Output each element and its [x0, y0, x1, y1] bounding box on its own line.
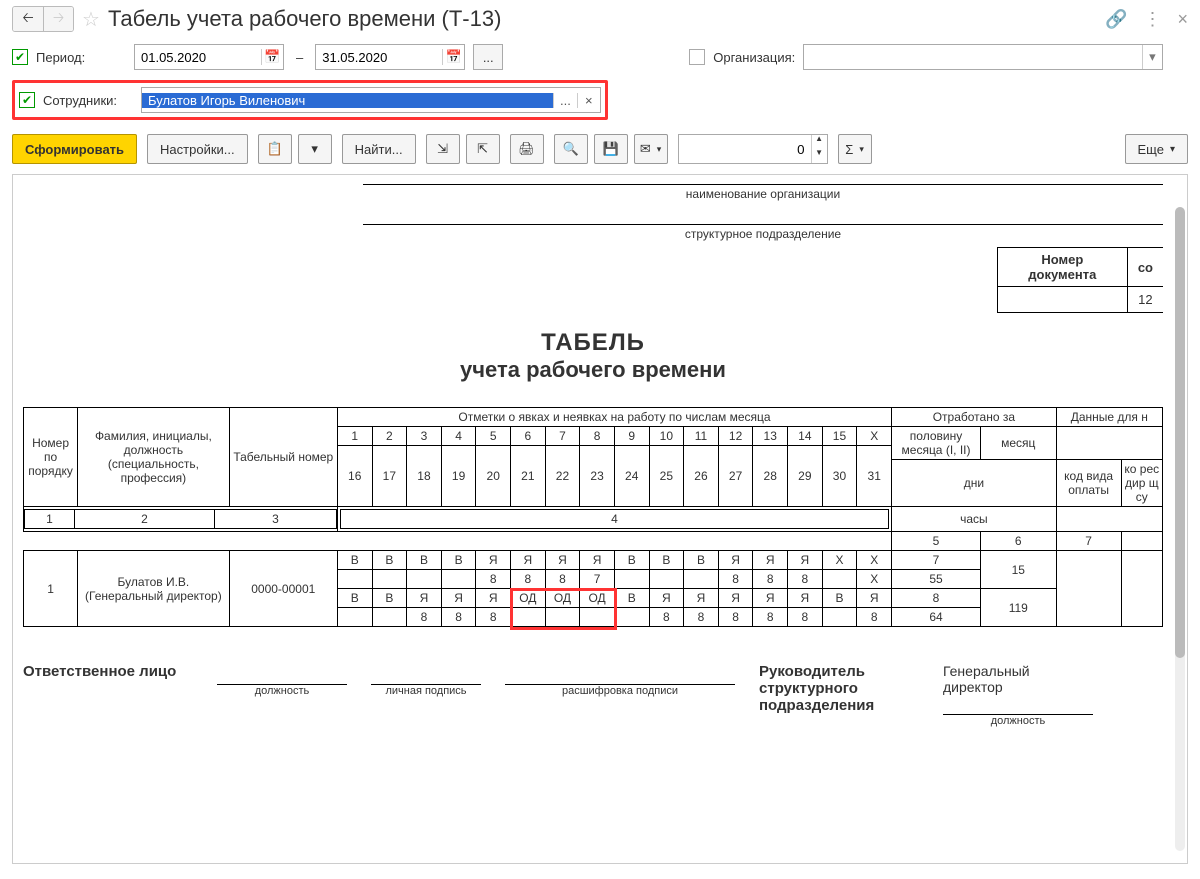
- report-title-2: учета рабочего времени: [23, 357, 1163, 383]
- period-select-button[interactable]: ...: [473, 44, 503, 70]
- save-button[interactable]: 💾: [594, 134, 628, 164]
- preview-button[interactable]: 🔍: [554, 134, 588, 164]
- save-variant-button[interactable]: 📋: [258, 134, 292, 164]
- date-dash: –: [292, 50, 307, 65]
- org-input[interactable]: [804, 50, 1141, 65]
- org-field[interactable]: ▾: [803, 44, 1163, 70]
- org-caption: наименование организации: [363, 187, 1163, 201]
- load-variant-button[interactable]: ▾: [298, 134, 332, 164]
- timesheet-table: Номер по порядку Фамилия, инициалы, долж…: [23, 407, 1163, 627]
- collapse-all-button[interactable]: ⇱: [466, 134, 500, 164]
- employees-clear-button[interactable]: ×: [577, 93, 600, 108]
- nav-forward-button[interactable]: 🡢: [43, 7, 73, 31]
- kebab-menu-icon[interactable]: ⋮: [1143, 9, 1161, 30]
- email-button[interactable]: ✉▾: [634, 134, 668, 164]
- date-to-field[interactable]: 📅: [315, 44, 465, 70]
- favorite-star-icon[interactable]: ☆: [82, 7, 100, 32]
- sum-button[interactable]: Σ▾: [838, 134, 872, 164]
- calendar-icon[interactable]: 📅: [261, 49, 283, 65]
- date-from-field[interactable]: 📅: [134, 44, 284, 70]
- close-icon[interactable]: ×: [1177, 9, 1188, 30]
- employees-highlight-frame: ✔ Сотрудники: ... ×: [12, 80, 608, 120]
- employees-select-button[interactable]: ...: [553, 93, 576, 108]
- employees-input[interactable]: [142, 93, 553, 108]
- link-icon[interactable]: 🔗: [1105, 9, 1127, 30]
- org-label: Организация:: [713, 50, 795, 65]
- settings-button[interactable]: Настройки...: [147, 134, 248, 164]
- precision-input[interactable]: [679, 142, 811, 157]
- nav-back-button[interactable]: 🡠: [13, 7, 43, 31]
- table-row: 1 Булатов И.В. (Генеральный директор) 00…: [24, 551, 1163, 570]
- employees-field[interactable]: ... ×: [141, 87, 601, 113]
- calendar-icon[interactable]: 📅: [442, 49, 464, 65]
- vertical-scrollbar[interactable]: [1175, 207, 1185, 851]
- report-title-1: ТАБЕЛЬ: [23, 329, 1163, 357]
- print-button[interactable]: 🖨: [510, 134, 544, 164]
- page-title: Табель учета рабочего времени (Т-13): [108, 6, 501, 32]
- precision-spinner[interactable]: ▲▼: [811, 135, 827, 163]
- more-button[interactable]: Еще ▾: [1125, 134, 1188, 164]
- org-checkbox[interactable]: ✔: [689, 49, 705, 65]
- employees-checkbox[interactable]: ✔: [19, 92, 35, 108]
- period-label: Период:: [36, 50, 126, 65]
- generate-button[interactable]: Сформировать: [12, 134, 137, 164]
- employees-label: Сотрудники:: [43, 93, 133, 108]
- precision-field[interactable]: ▲▼: [678, 134, 828, 164]
- doc-number-table: Номер документа со 12: [997, 247, 1163, 313]
- date-to-input[interactable]: [316, 50, 442, 65]
- report-viewport[interactable]: наименование организации структурное под…: [12, 174, 1188, 864]
- dep-caption: структурное подразделение: [363, 227, 1163, 241]
- find-button[interactable]: Найти...: [342, 134, 416, 164]
- period-checkbox[interactable]: ✔: [12, 49, 28, 65]
- dropdown-icon[interactable]: ▾: [1142, 45, 1163, 69]
- expand-all-button[interactable]: ⇲: [426, 134, 460, 164]
- head-label: Руководитель структурного подразделения: [759, 663, 919, 714]
- date-from-input[interactable]: [135, 50, 261, 65]
- responsible-label: Ответственное лицо: [23, 663, 193, 680]
